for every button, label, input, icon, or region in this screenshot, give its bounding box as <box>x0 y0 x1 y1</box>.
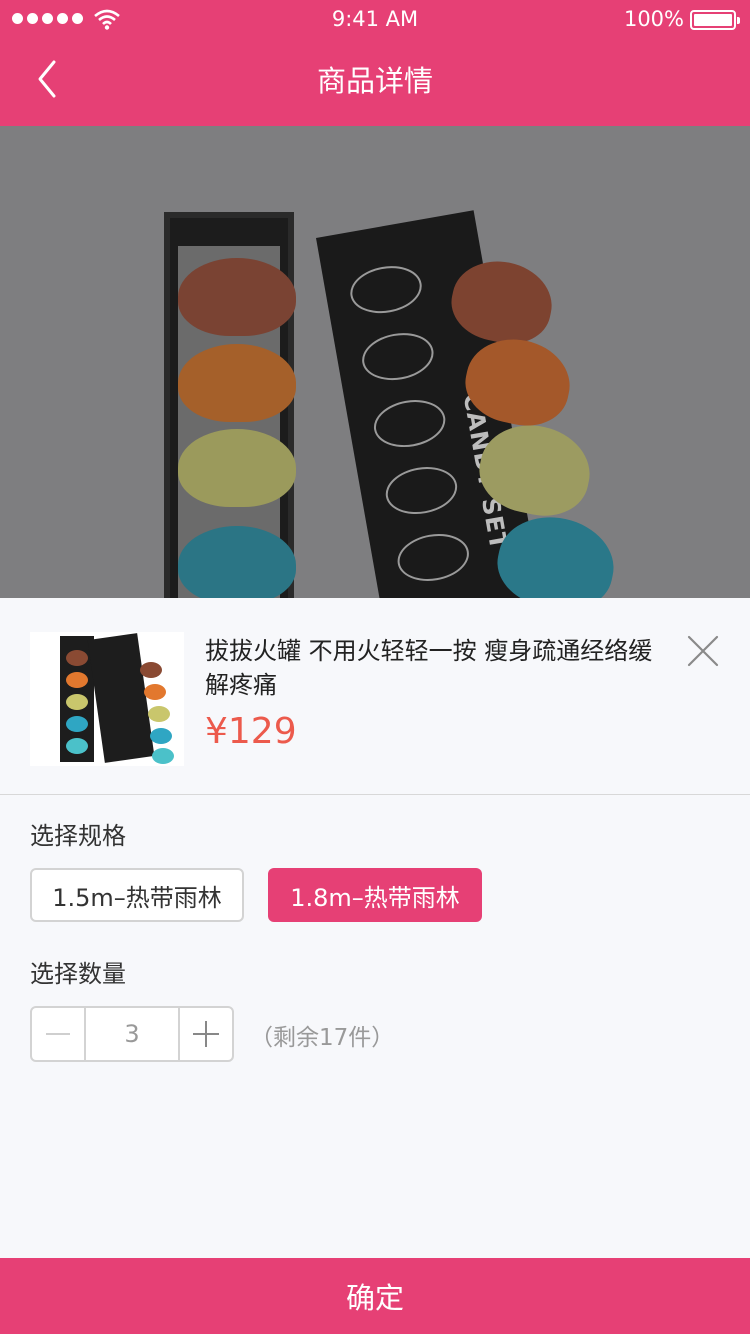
spec-option-1-5m[interactable]: 1.5m–热带雨林 <box>30 868 244 922</box>
hero-cup-yellow <box>178 429 296 507</box>
battery-icon <box>690 10 740 30</box>
stock-remaining: （剩余17件） <box>250 1025 395 1051</box>
product-title: 拔拔火罐 不用火轻轻一按 瘦身疏通经络缓解疼痛 <box>205 637 653 699</box>
product-price: ¥129 <box>205 711 297 752</box>
quantity-input[interactable]: 3 <box>84 1008 180 1060</box>
confirm-button[interactable]: 确定 <box>0 1258 750 1334</box>
hero-cup-orange <box>178 344 296 422</box>
spec-sheet: 拔拔火罐 不用火轻轻一按 瘦身疏通经络缓解疼痛 ¥129 选择规格 1.5m–热… <box>0 598 750 1258</box>
page-title: 商品详情 <box>316 64 433 98</box>
status-bar: 9:41 AM 100% <box>0 0 750 40</box>
minus-icon <box>46 1033 70 1035</box>
divider <box>0 794 750 795</box>
decrease-button[interactable] <box>32 1008 84 1060</box>
hero-cup-blue <box>178 526 296 598</box>
quantity-label: 选择数量 <box>30 960 126 988</box>
top-bar: 9:41 AM 100% 商品详情 <box>0 0 750 126</box>
close-icon[interactable] <box>686 634 720 668</box>
quantity-stepper: 3 <box>30 1006 234 1062</box>
product-thumbnail <box>30 632 184 766</box>
spec-label: 选择规格 <box>30 822 126 850</box>
product-hero-image: CANDY SET <box>0 126 750 598</box>
hero-cup-brown <box>178 258 296 336</box>
spec-option-1-8m[interactable]: 1.8m–热带雨林 <box>268 868 482 922</box>
plus-icon <box>193 1021 219 1047</box>
increase-button[interactable] <box>180 1008 232 1060</box>
battery-percent: 100% <box>623 7 684 31</box>
